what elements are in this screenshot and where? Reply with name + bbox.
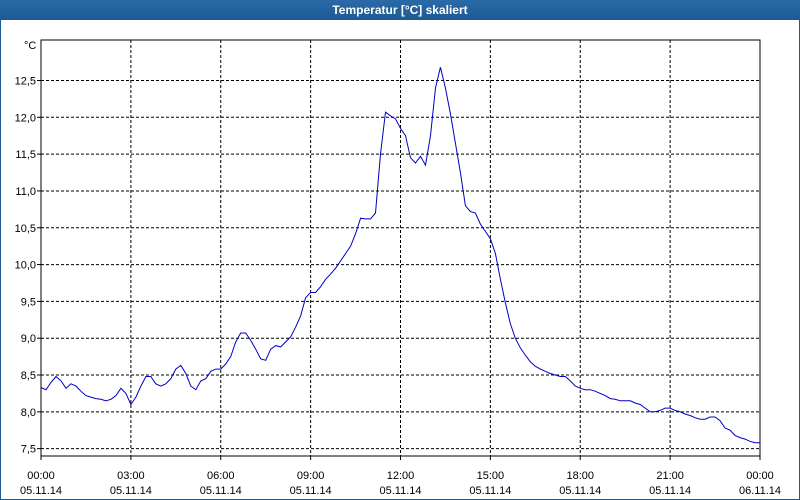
y-tick-label: 7,5 (21, 444, 36, 456)
x-tick-date-label: 05.11.14 (379, 485, 421, 497)
x-tick-date-label: 05.11.14 (469, 485, 511, 497)
y-tick-label: 11,0 (15, 186, 36, 198)
y-tick-label: 12,5 (15, 75, 36, 87)
y-tick-label: 10,5 (15, 223, 36, 235)
x-tick-date-label: 05.11.14 (200, 485, 242, 497)
x-tick-time-label: 18:00 (566, 470, 594, 482)
y-tick-label: 10,0 (15, 260, 36, 272)
x-tick-date-label: 05.11.14 (649, 485, 691, 497)
y-tick-label: 8,0 (21, 407, 36, 419)
y-tick-label: 11,5 (15, 149, 36, 161)
x-tick-time-label: 00:00 (27, 470, 55, 482)
x-tick-labels: 00:00 05.11.14 03:00 05.11.14 06:00 05.11.14 0… (20, 470, 781, 497)
y-tick-label: 12,0 (15, 112, 36, 124)
y-tick-label: 9,5 (21, 296, 36, 308)
x-tick-time-label: 00:00 (746, 470, 774, 482)
x-tick-time-label: 12:00 (387, 470, 415, 482)
x-tick-date-label: 05.11.14 (20, 485, 62, 497)
y-tick-label: 9,0 (21, 333, 36, 345)
x-tick-date-label: 06.11.14 (739, 485, 781, 497)
x-tick-time-label: 21:00 (656, 470, 684, 482)
x-tick-time-label: 09:00 (297, 470, 325, 482)
y-axis-unit: °C (24, 40, 36, 52)
x-tick-date-label: 05.11.14 (110, 485, 152, 497)
x-tick-time-label: 06:00 (207, 470, 235, 482)
x-tick-date-label: 05.11.14 (559, 485, 601, 497)
y-tick-label: 8,5 (21, 370, 36, 382)
x-tick-time-label: 03:00 (117, 470, 145, 482)
grid-lines (37, 40, 761, 460)
x-tick-time-label: 15:00 (477, 470, 505, 482)
temperature-chart: °C 7,5 8,0 8,5 9,0 9,5 10,0 10,5 11,0 11,5 12,0 12… (15, 39, 781, 497)
x-tick-date-label: 05.11.14 (290, 485, 332, 497)
y-tick-labels: 7,5 8,0 8,5 9,0 9,5 10,0 10,5 11,0 11,5 12,0 12,5 (15, 75, 36, 455)
